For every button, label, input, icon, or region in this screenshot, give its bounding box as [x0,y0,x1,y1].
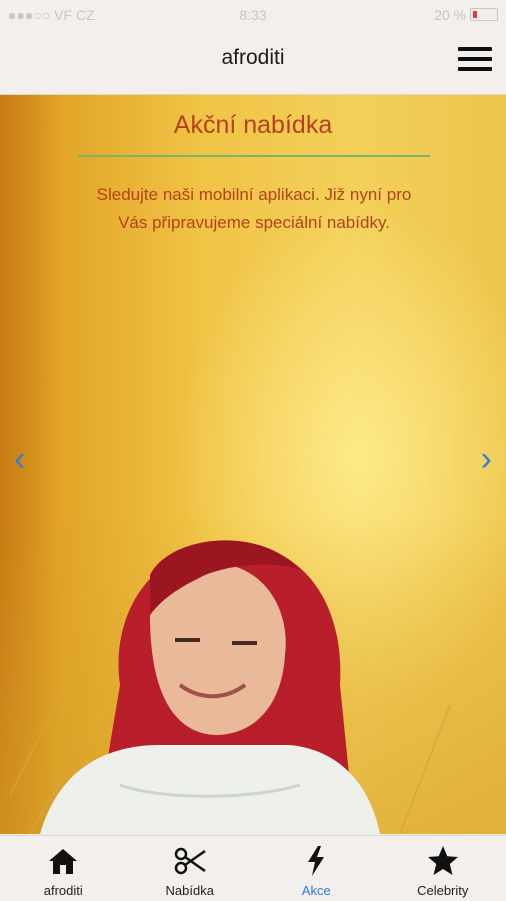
promo-text: Sledujte naši mobilní aplikaci. Již nyní… [96,181,412,237]
app-title: afroditi [0,46,506,70]
battery-percent: 20 % [434,7,466,23]
home-icon [46,844,80,878]
promo-carousel[interactable]: Akční nabídka Sledujte naši mobilní apli… [0,95,506,834]
scissors-icon [173,844,207,878]
chevron-right-icon[interactable]: › [481,442,492,476]
tab-nabidka[interactable]: Nabídka [127,836,254,901]
promo-title: Akční nabídka [0,111,506,140]
tab-afroditi[interactable]: afroditi [0,836,127,901]
tab-label: Nabídka [127,883,254,898]
battery-icon [470,8,498,21]
status-bar: ●●●○○ VF CZ 8:33 20 % [0,0,506,30]
chevron-left-icon[interactable]: ‹ [14,442,25,476]
lightning-icon [299,844,333,878]
tab-bar: afroditi Nabídka Akce Celebrity [0,835,506,901]
battery-status: 20 % [434,7,498,23]
title-divider [78,155,430,157]
clock: 8:33 [0,7,506,23]
menu-icon[interactable] [458,44,492,74]
tab-label: Akce [253,883,380,898]
star-icon [426,844,460,878]
navbar: afroditi [0,30,506,95]
tab-label: afroditi [0,883,127,898]
tab-label: Celebrity [380,883,506,898]
tab-celebrity[interactable]: Celebrity [380,836,506,901]
tab-akce[interactable]: Akce [253,836,380,901]
